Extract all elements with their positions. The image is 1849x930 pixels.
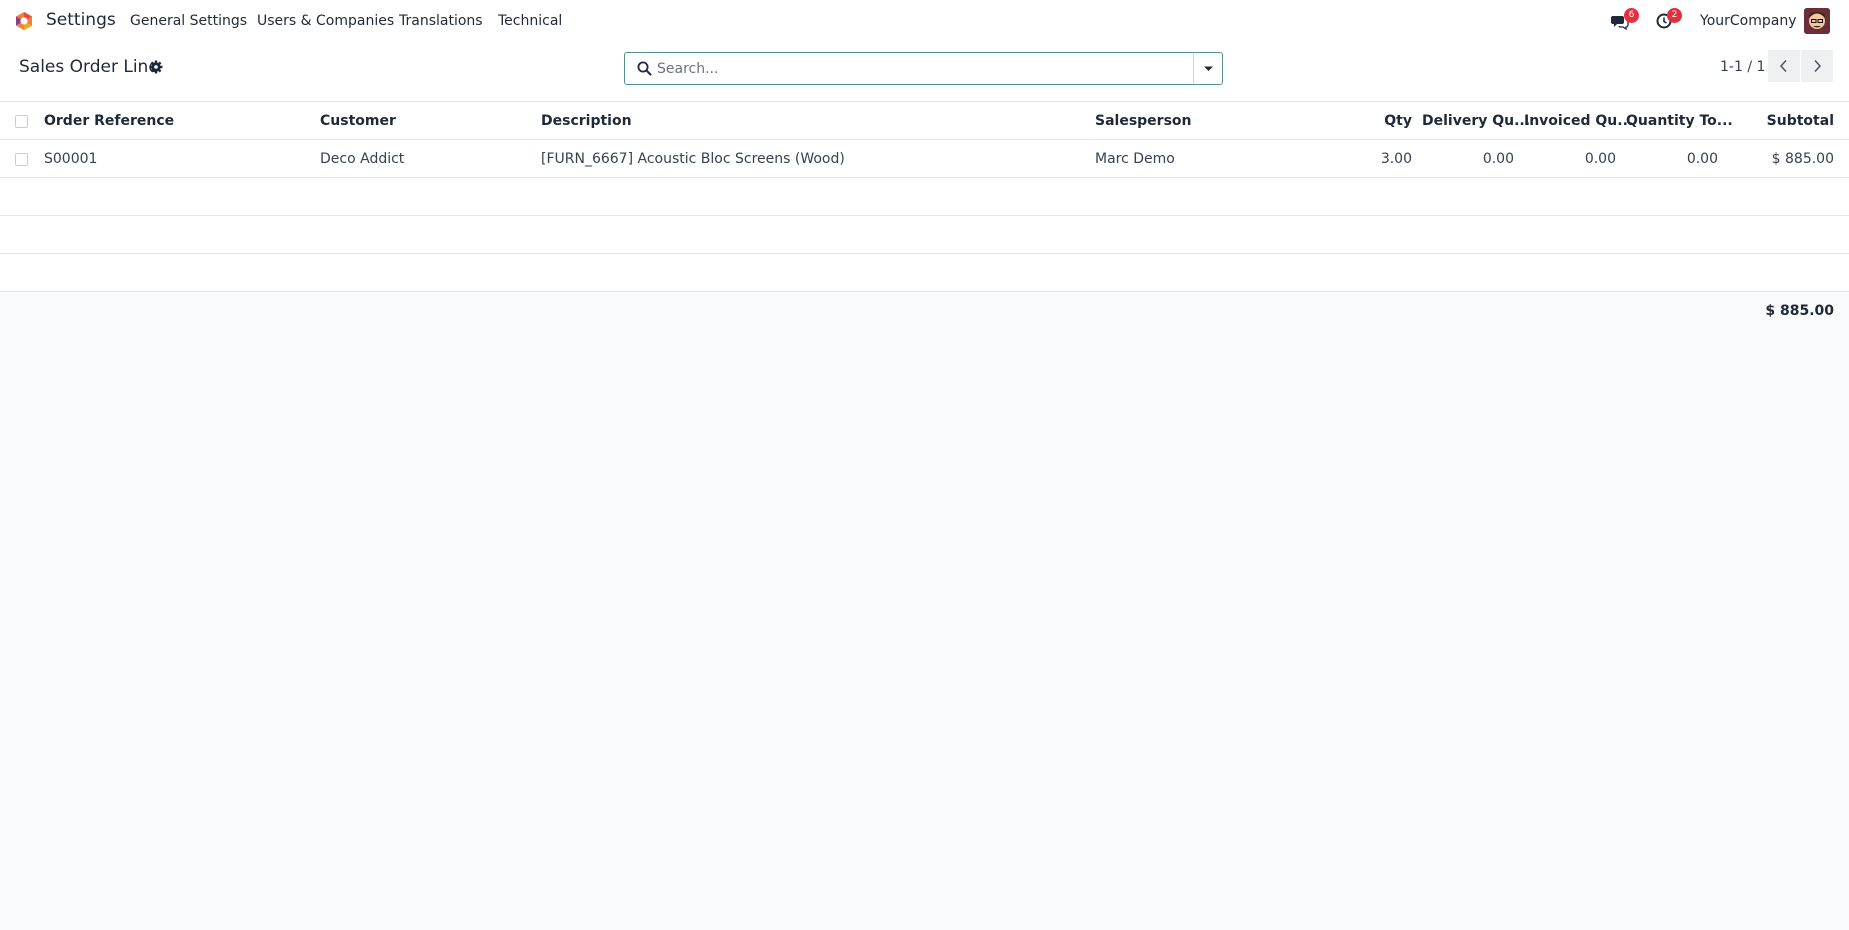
search-icon bbox=[637, 61, 652, 76]
search-input[interactable] bbox=[655, 54, 1195, 83]
column-header-customer[interactable]: Customer bbox=[320, 113, 396, 129]
menu-users-companies[interactable]: Users & Companies bbox=[257, 13, 394, 29]
column-header-order-reference[interactable]: Order Reference bbox=[44, 113, 174, 129]
pager-next-button[interactable] bbox=[1801, 50, 1833, 82]
row-checkbox[interactable] bbox=[15, 153, 28, 166]
column-header-subtotal[interactable]: Subtotal bbox=[1767, 113, 1834, 129]
cell-order-reference: S00001 bbox=[44, 151, 98, 167]
messages-badge: 6 bbox=[1624, 8, 1639, 23]
column-header-delivery-qty[interactable]: Delivery Qu... bbox=[1422, 113, 1530, 129]
app-name[interactable]: Settings bbox=[46, 10, 116, 30]
cell-description: [FURN_6667] Acoustic Bloc Screens (Wood) bbox=[541, 151, 845, 167]
menu-general-settings[interactable]: General Settings bbox=[130, 13, 247, 29]
empty-row bbox=[0, 216, 1849, 254]
breadcrumb: Sales Order Line bbox=[19, 57, 159, 77]
top-navbar: Settings General Settings Users & Compan… bbox=[0, 0, 1849, 42]
search-options-toggle[interactable] bbox=[1193, 53, 1222, 84]
column-header-salesperson[interactable]: Salesperson bbox=[1095, 113, 1192, 129]
cell-qty: 3.00 bbox=[1380, 151, 1412, 167]
cell-delivery-qty: 0.00 bbox=[1482, 151, 1514, 167]
cell-subtotal: $ 885.00 bbox=[1771, 151, 1834, 167]
cell-customer: Deco Addict bbox=[320, 151, 405, 167]
table-row[interactable]: S00001 Deco Addict [FURN_6667] Acoustic … bbox=[0, 140, 1849, 178]
chevron-left-icon bbox=[1779, 59, 1787, 73]
cell-invoiced-qty: 0.00 bbox=[1584, 151, 1616, 167]
search-bar bbox=[624, 52, 1223, 85]
cell-qty-to-invoice: 0.00 bbox=[1686, 151, 1718, 167]
caret-down-icon bbox=[1204, 66, 1213, 71]
table-header: Order Reference Customer Description Sal… bbox=[0, 102, 1849, 140]
column-header-description[interactable]: Description bbox=[541, 113, 632, 129]
control-panel: Sales Order Line 1-1 / 1 bbox=[0, 42, 1849, 102]
pager-previous-button[interactable] bbox=[1768, 50, 1800, 82]
menu-translations[interactable]: Translations bbox=[399, 13, 483, 29]
user-avatar-icon bbox=[1804, 8, 1830, 34]
company-switcher[interactable]: YourCompany bbox=[1700, 13, 1797, 29]
subtotal-sum: $ 885.00 bbox=[1765, 303, 1834, 319]
column-header-quantity-to-invoice[interactable]: Quantity To... bbox=[1626, 113, 1733, 129]
column-header-invoiced-qty[interactable]: Invoiced Qu... bbox=[1524, 113, 1633, 129]
menu-technical[interactable]: Technical bbox=[498, 13, 562, 29]
gear-icon[interactable] bbox=[149, 60, 163, 74]
cell-salesperson: Marc Demo bbox=[1095, 151, 1175, 167]
odoo-logo-icon[interactable] bbox=[14, 11, 34, 31]
empty-row bbox=[0, 178, 1849, 216]
pager-value[interactable]: 1-1 / 1 bbox=[1720, 59, 1765, 75]
chevron-right-icon bbox=[1814, 59, 1822, 73]
select-all-checkbox[interactable] bbox=[15, 115, 28, 128]
column-header-qty[interactable]: Qty bbox=[1384, 113, 1412, 129]
activities-badge: 2 bbox=[1667, 8, 1682, 23]
empty-row bbox=[0, 254, 1849, 292]
user-avatar[interactable] bbox=[1804, 8, 1830, 34]
